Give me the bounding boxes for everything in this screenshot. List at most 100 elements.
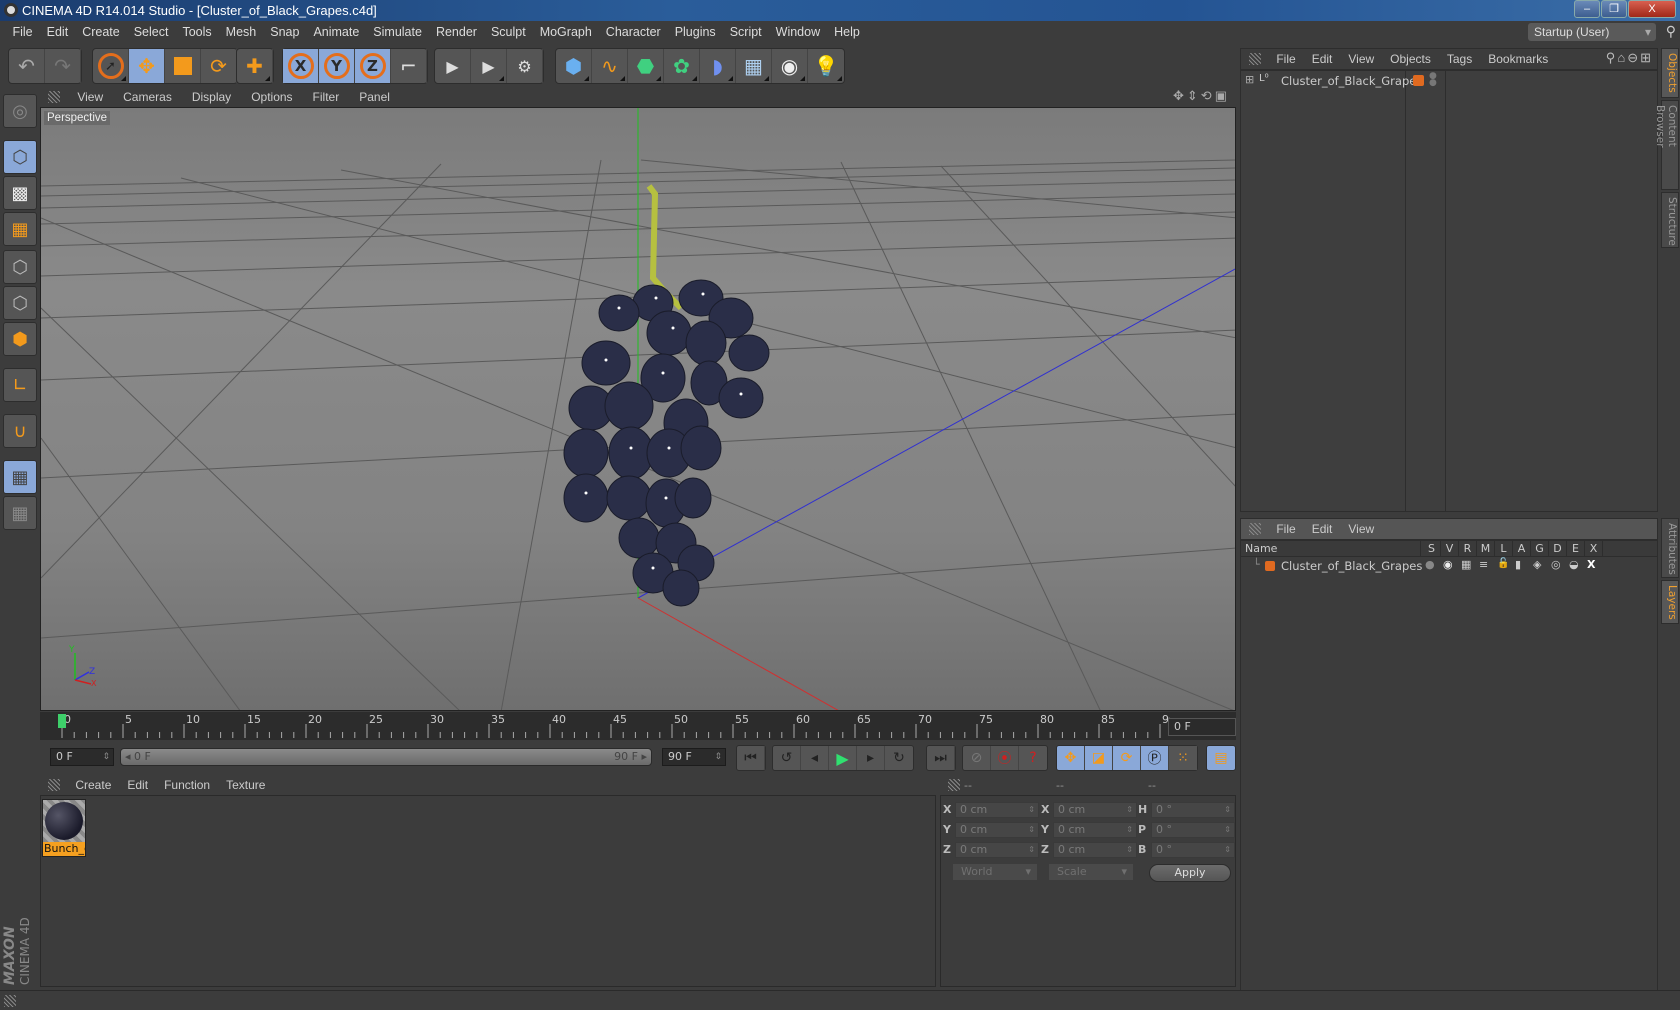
generators-toggle-icon[interactable]: ◈ [1533,558,1541,571]
timeline-ruler[interactable]: 051015202530354045505560657075808590 [40,712,1236,740]
material-swatch[interactable]: Bunch_c [42,799,86,857]
timeline-button[interactable]: ▤ [1206,745,1236,771]
next-key-icon[interactable]: ↻ [885,746,913,770]
rotation-p-field[interactable]: 0 ° [1151,822,1235,838]
keyframe-help-icon[interactable]: ? [1019,746,1047,770]
key-point-level-icon[interactable]: ⁙ [1169,746,1197,770]
subdivision-button[interactable]: ⬣ [628,49,664,83]
panel-grip[interactable] [948,779,960,791]
col-render[interactable]: R [1459,541,1477,557]
layer-menu-view[interactable]: View [1340,519,1382,539]
layer-color-swatch[interactable] [1265,561,1275,571]
object-menu-view[interactable]: View [1340,49,1382,69]
current-frame-field[interactable]: 0 F [1168,718,1236,736]
light-button[interactable]: 💡 [808,49,844,83]
material-menu-edit[interactable]: Edit [119,775,156,795]
end-frame-field[interactable]: 90 F [662,748,726,766]
rotation-h-field[interactable]: 0 ° [1151,802,1235,818]
floor-button[interactable]: ▦ [736,49,772,83]
key-rotation-icon[interactable]: ⟳ [1113,746,1141,770]
xref-toggle-icon[interactable]: X [1587,558,1595,571]
search-icon[interactable]: ⚲ [1666,23,1676,40]
add-button[interactable]: ✚ [237,49,273,83]
render-settings-button[interactable]: ⚙ [507,49,543,83]
col-animation[interactable]: A [1513,541,1531,557]
home-icon[interactable]: ⌂ [1617,50,1627,65]
col-solo[interactable]: S [1423,541,1441,557]
col-expressions[interactable]: E [1567,541,1585,557]
key-position-icon[interactable]: ✥ [1057,746,1085,770]
deformers-toggle-icon[interactable]: ◎ [1551,558,1561,571]
new-panel-icon[interactable]: ⊞ [1640,50,1653,65]
layer-menu-edit[interactable]: Edit [1304,519,1341,539]
rotation-b-field[interactable]: 0 ° [1151,842,1235,858]
col-xref[interactable]: X [1585,541,1603,557]
model-mode-button[interactable]: ⬡ [3,140,37,174]
zoom-view-icon[interactable]: ⇕ [1187,88,1201,103]
x-axis-lock-button[interactable]: X [283,49,319,83]
viewport-perspective[interactable]: Y Z X Perspective [40,107,1236,711]
position-z-field[interactable]: 0 cm [955,842,1039,858]
cloner-button[interactable]: ✿ [664,49,700,83]
menu-help[interactable]: Help [827,21,867,44]
layer-menu-file[interactable]: File [1268,519,1303,539]
panel-grip[interactable] [48,91,60,103]
size-x-field[interactable]: 0 cm [1053,802,1137,818]
live-select-button[interactable]: ➚ [93,49,129,83]
col-generators[interactable]: G [1531,541,1549,557]
viewport-menu-display[interactable]: Display [182,87,241,107]
render-picture-viewer-button[interactable]: ▶ [471,49,507,83]
rotate-view-icon[interactable]: ⟲ [1201,88,1215,103]
transform-mode-dropdown[interactable]: Scale [1049,864,1133,880]
axis-mode-button[interactable]: ∟ [3,368,37,402]
workplane-mode-button[interactable]: ▦ [3,212,37,246]
move-button[interactable]: ✥ [129,49,165,83]
edges-mode-button[interactable]: ⬡ [3,286,37,320]
panel-grip[interactable] [1249,523,1261,535]
make-editable-button[interactable]: ◎ [3,94,37,128]
render-toggle-icon[interactable]: ▦ [1461,558,1471,571]
menu-mograph[interactable]: MoGraph [533,21,599,44]
y-axis-lock-button[interactable]: Y [319,49,355,83]
spline-button[interactable]: ∿ [592,49,628,83]
col-locked[interactable]: L [1495,541,1513,557]
close-button[interactable]: X [1628,0,1676,18]
polygons-mode-button[interactable]: ⬢ [3,322,37,356]
restore-button[interactable]: ❐ [1601,0,1627,18]
menu-sculpt[interactable]: Sculpt [484,21,533,44]
planar-workplane-button[interactable]: ▦ [3,496,37,530]
panel-grip[interactable] [1249,53,1261,65]
expand-icon[interactable]: ⊞ [1245,73,1254,86]
object-menu-bookmarks[interactable]: Bookmarks [1480,49,1556,69]
object-menu-tags[interactable]: Tags [1439,49,1480,69]
solo-toggle-icon[interactable]: ● [1425,558,1435,571]
animation-toggle-icon[interactable]: ▮ [1515,558,1521,571]
position-x-field[interactable]: 0 cm [955,802,1039,818]
object-menu-file[interactable]: File [1268,49,1303,69]
menu-window[interactable]: Window [769,21,827,44]
menu-render[interactable]: Render [429,21,484,44]
col-view[interactable]: V [1441,541,1459,557]
coordinate-space-dropdown[interactable]: World [953,864,1037,880]
menu-simulate[interactable]: Simulate [366,21,429,44]
menu-select[interactable]: Select [127,21,176,44]
panel-grip[interactable] [48,779,60,791]
menu-animate[interactable]: Animate [306,21,366,44]
preview-range-slider[interactable]: ◂ 0 F 90 F ▸ [120,748,652,766]
viewport-menu-options[interactable]: Options [241,87,302,107]
record-auto-icon[interactable]: ⊘ [963,746,991,770]
scale-button[interactable] [165,49,201,83]
layout-dropdown[interactable]: Startup (User) [1528,23,1656,41]
object-menu-objects[interactable]: Objects [1382,49,1439,69]
col-deformers[interactable]: D [1549,541,1567,557]
material-menu-create[interactable]: Create [67,775,119,795]
menu-mesh[interactable]: Mesh [219,21,264,44]
previous-key-icon[interactable]: ↺ [773,746,801,770]
viewport-menu-filter[interactable]: Filter [303,87,350,107]
tab-objects[interactable]: Objects [1661,48,1679,98]
camera-button[interactable]: ◉ [772,49,808,83]
record-icon[interactable]: ⦿ [991,746,1019,770]
texture-mode-button[interactable]: ▩ [3,176,37,210]
go-to-start-button[interactable]: ⏮ [736,745,766,771]
object-menu-edit[interactable]: Edit [1304,49,1341,69]
